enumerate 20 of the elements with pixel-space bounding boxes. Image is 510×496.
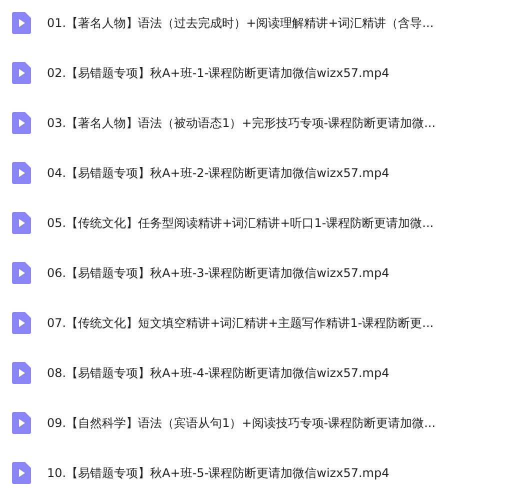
file-name[interactable]: 05.【传统文化】任务型阅读精讲+词汇精讲+听口1-课程防断更请加微... bbox=[47, 214, 434, 232]
file-name[interactable]: 10.【易错题专项】秋A+班-5-课程防断更请加微信wizx57.mp4 bbox=[47, 464, 390, 482]
file-name[interactable]: 09.【自然科学】语法（宾语从句1）+阅读技巧专项-课程防断更请加微... bbox=[47, 414, 436, 432]
file-name[interactable]: 01.【著名人物】语法（过去完成时）+阅读理解精讲+词汇精讲（含导... bbox=[47, 14, 434, 32]
file-name[interactable]: 03.【著名人物】语法（被动语态1）+完形技巧专项-课程防断更请加微... bbox=[47, 114, 436, 132]
video-file-icon bbox=[12, 262, 31, 284]
file-name[interactable]: 08.【易错题专项】秋A+班-4-课程防断更请加微信wizx57.mp4 bbox=[47, 364, 390, 382]
file-name[interactable]: 07.【传统文化】短文填空精讲+词汇精讲+主题写作精讲1-课程防断更... bbox=[47, 314, 434, 332]
video-file-icon bbox=[12, 462, 31, 484]
video-file-icon bbox=[12, 362, 31, 384]
video-file-icon bbox=[12, 112, 31, 134]
file-name[interactable]: 06.【易错题专项】秋A+班-3-课程防断更请加微信wizx57.mp4 bbox=[47, 264, 390, 282]
video-file-icon bbox=[12, 212, 31, 234]
video-file-icon bbox=[12, 12, 31, 34]
video-file-icon bbox=[12, 62, 31, 84]
video-file-icon bbox=[12, 412, 31, 434]
file-name[interactable]: 04.【易错题专项】秋A+班-2-课程防断更请加微信wizx57.mp4 bbox=[47, 164, 390, 182]
file-name[interactable]: 02.【易错题专项】秋A+班-1-课程防断更请加微信wizx57.mp4 bbox=[47, 64, 390, 82]
video-file-icon bbox=[12, 312, 31, 334]
video-file-icon bbox=[12, 162, 31, 184]
